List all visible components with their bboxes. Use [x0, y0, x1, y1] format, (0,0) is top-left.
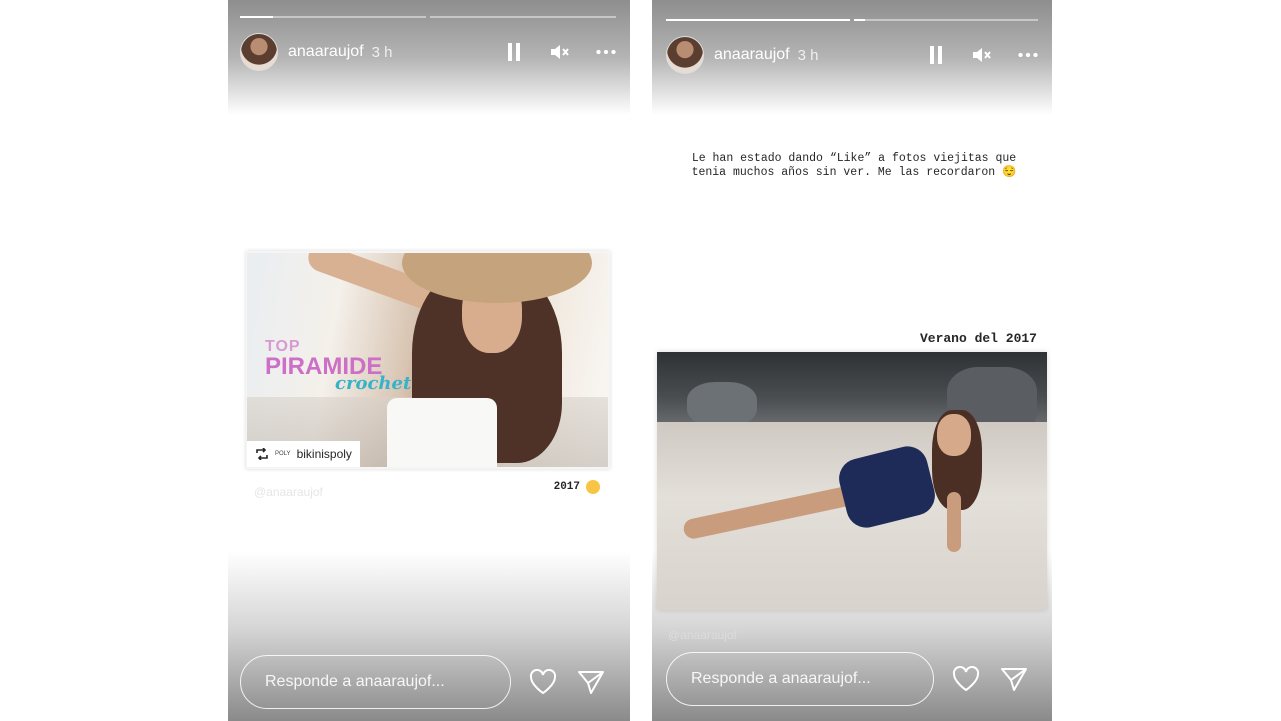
caption: 2017 [554, 480, 600, 494]
story-header: anaaraujof 3 h [666, 35, 1038, 75]
post-credit[interactable]: POLY bikinispoly [247, 441, 360, 467]
timestamp: 3 h [371, 43, 393, 61]
heart-icon[interactable] [529, 669, 557, 695]
reply-input[interactable]: Responde a anaaraujof... [240, 655, 511, 709]
story-progress [666, 19, 1038, 21]
photo-caption: Verano del 2017 [919, 331, 1037, 346]
reply-input[interactable]: Responde a anaaraujof... [666, 652, 934, 706]
story-progress [240, 16, 616, 18]
reply-placeholder: Responde a anaaraujof... [265, 673, 445, 690]
watermark: @anaaraujof [254, 485, 323, 499]
progress-fill [666, 19, 850, 21]
photo-face [937, 414, 971, 456]
progress-fill [854, 19, 866, 21]
reply-placeholder: Responde a anaaraujof... [691, 670, 871, 687]
reply-bar: Responde a anaaraujof... [240, 655, 616, 709]
caption-text: 2017 [553, 481, 580, 493]
beach-photo [657, 352, 1047, 610]
photo-rock [687, 382, 757, 427]
story-viewer-2[interactable]: anaaraujof 3 h Le han estado dando “Like… [652, 0, 1052, 721]
send-icon[interactable] [577, 669, 605, 695]
progress-fill [240, 16, 274, 18]
story-text: Le han estado dando “Like” a fotos vieji… [691, 152, 1017, 179]
story-controls [926, 45, 1038, 65]
photo-arm [947, 492, 961, 552]
mute-icon[interactable] [972, 45, 992, 65]
reply-actions [952, 666, 1028, 692]
progress-segment [666, 19, 850, 21]
more-icon[interactable] [596, 42, 616, 62]
progress-segment [240, 16, 426, 18]
reply-actions [529, 669, 605, 695]
pause-icon[interactable] [504, 42, 524, 62]
photo-top [387, 398, 497, 467]
shared-post[interactable]: TOP PIRAMIDE crochet POLY bikinispoly [246, 251, 610, 469]
smile-emoji-icon [586, 480, 600, 494]
story-controls [504, 42, 616, 62]
more-icon[interactable] [1018, 45, 1038, 65]
progress-segment [430, 16, 616, 18]
post-photo: TOP PIRAMIDE crochet POLY bikinispoly [247, 253, 608, 467]
avatar[interactable] [666, 36, 704, 74]
heart-icon[interactable] [952, 666, 980, 692]
timestamp: 3 h [797, 46, 819, 64]
username[interactable]: anaaraujof [288, 43, 364, 61]
progress-segment [854, 19, 1038, 21]
send-icon[interactable] [1000, 666, 1028, 692]
watermark: @anaaraujof [668, 628, 737, 642]
reply-bar: Responde a anaaraujof... [666, 652, 1038, 706]
mute-icon[interactable] [550, 42, 570, 62]
brand-text-sub: crochet [335, 373, 412, 394]
credit-username: bikinispoly [296, 447, 352, 461]
story-viewer-1[interactable]: anaaraujof 3 h TOP PIRAMIDE crochet POLY… [228, 0, 630, 721]
username[interactable]: anaaraujof [714, 46, 790, 64]
pause-icon[interactable] [926, 45, 946, 65]
repost-icon [256, 448, 268, 460]
story-header: anaaraujof 3 h [240, 32, 616, 72]
credit-brand-logo: POLY [275, 451, 291, 457]
avatar[interactable] [240, 33, 278, 71]
